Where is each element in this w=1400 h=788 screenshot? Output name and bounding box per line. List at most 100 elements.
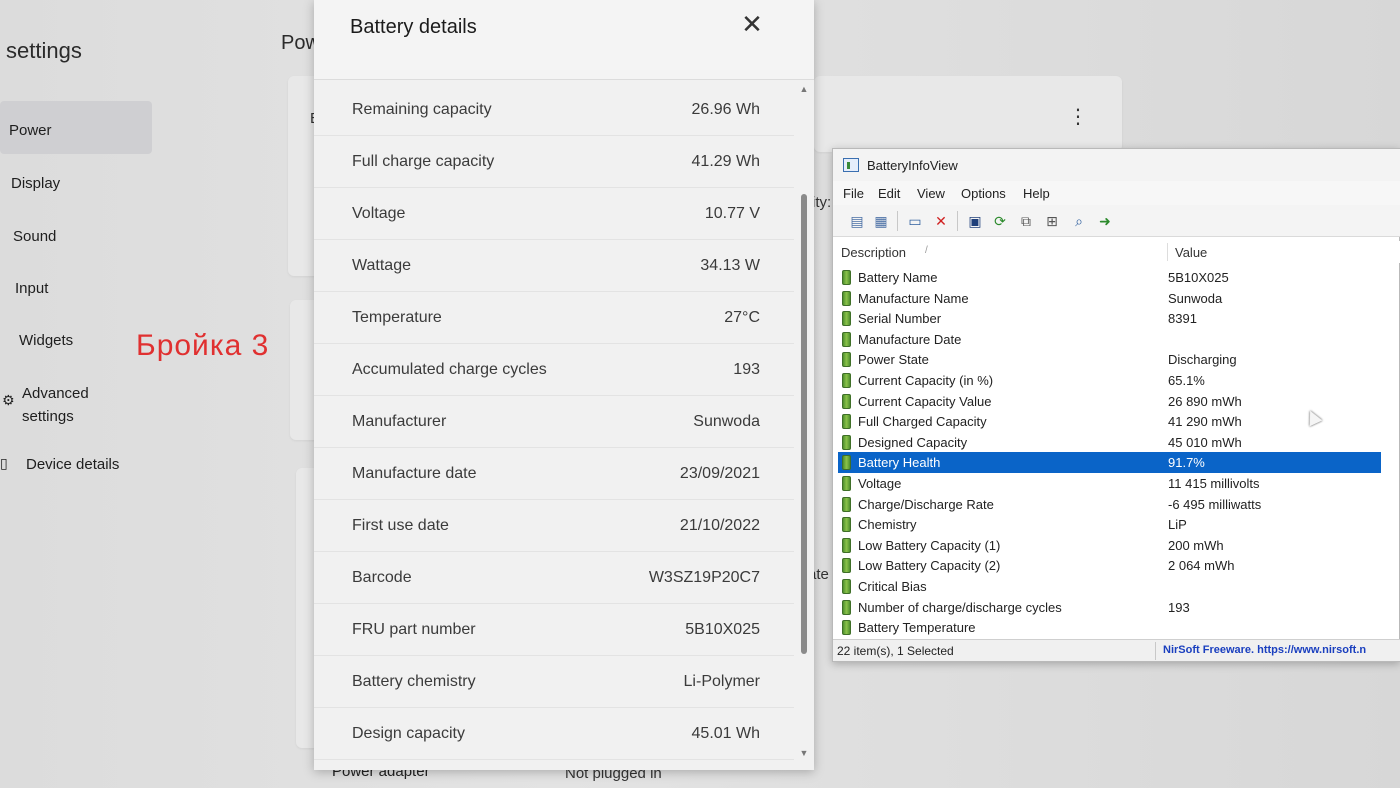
battery-icon <box>842 455 851 471</box>
list-item-value: Sunwoda <box>1168 290 1223 306</box>
delete-icon[interactable]: ✕ <box>931 211 951 231</box>
scroll-down-arrow-icon[interactable]: ▼ <box>798 748 810 758</box>
detail-label: Manufacturer <box>352 413 447 430</box>
list-item[interactable]: Critical Bias <box>833 576 1400 597</box>
list-item-value: 65.1% <box>1168 372 1205 388</box>
detail-label: Accumulated charge cycles <box>352 361 547 378</box>
list-item-value: 2 064 mWh <box>1168 558 1235 574</box>
html-report-icon[interactable]: ⊞ <box>1042 211 1062 231</box>
list-item-description: Chemistry <box>858 517 917 533</box>
scroll-up-arrow-icon[interactable]: ▲ <box>798 84 810 94</box>
list-item[interactable]: Battery Health 91.7% <box>838 452 1381 473</box>
clipboard-icon[interactable]: ▦ <box>871 211 891 231</box>
copy-icon[interactable]: ⧉ <box>1016 211 1036 231</box>
battery-icon <box>842 578 851 594</box>
list-item[interactable]: Low Battery Capacity (2) 2 064 mWh <box>833 555 1400 576</box>
status-nirsoft-link[interactable]: NirSoft Freeware. https://www.nirsoft.n <box>1163 644 1399 656</box>
overlay-label: Бройка 3 <box>136 329 270 362</box>
close-button[interactable]: ✕ <box>738 10 766 38</box>
list-item-description: Manufacture Name <box>858 290 969 306</box>
list-item[interactable]: Number of charge/discharge cycles 193 <box>833 597 1400 618</box>
nav-item-advanced-settings[interactable]: Advanced settings <box>22 382 122 428</box>
list-item-value: LiP <box>1168 517 1187 533</box>
nav-item-input[interactable]: Input <box>15 280 48 297</box>
nav-item-display[interactable]: Display <box>11 175 60 192</box>
menu-help[interactable]: Help <box>1023 186 1050 201</box>
exit-icon[interactable]: ➜ <box>1095 211 1115 231</box>
list-item[interactable]: Manufacture Name Sunwoda <box>833 288 1400 309</box>
properties-icon[interactable]: ▤ <box>847 211 867 231</box>
column-header-value[interactable]: Value <box>1175 245 1207 260</box>
list-item-description: Low Battery Capacity (1) <box>858 537 1001 553</box>
detail-label: Wattage <box>352 257 411 274</box>
list-item-description: Low Battery Capacity (2) <box>858 558 1001 574</box>
list-item[interactable]: Voltage 11 415 millivolts <box>833 473 1400 494</box>
menu-options[interactable]: Options <box>961 186 1006 201</box>
detail-row: Battery chemistry Li-Polymer <box>314 656 794 708</box>
scrollbar-thumb[interactable] <box>801 194 807 654</box>
battery-icon <box>842 414 851 430</box>
detail-value: W3SZ19P20C7 <box>648 569 760 586</box>
dialog-header: Battery details ✕ <box>314 0 814 80</box>
detail-value: 27°C <box>724 309 760 326</box>
list-item[interactable]: Battery Name 5B10X025 <box>833 267 1400 288</box>
list-item[interactable]: Current Capacity (in %) 65.1% <box>833 370 1400 391</box>
nav-item-sound[interactable]: Sound <box>13 228 56 245</box>
list-item-description: Serial Number <box>858 311 942 327</box>
toolbar-separator <box>897 211 898 231</box>
list-item[interactable]: Designed Capacity 45 010 mWh <box>833 432 1400 453</box>
detail-row: Full charge capacity 41.29 Wh <box>314 136 794 188</box>
save-icon[interactable]: ▣ <box>965 211 985 231</box>
battery-icon <box>842 331 851 347</box>
menu-view[interactable]: View <box>917 186 945 201</box>
window-titlebar[interactable]: BatteryInfoView <box>833 149 1400 181</box>
detail-label: Design capacity <box>352 725 465 742</box>
column-divider[interactable] <box>1167 243 1168 261</box>
detail-value: 21/10/2022 <box>679 517 760 534</box>
list-item-value: 26 890 mWh <box>1168 393 1242 409</box>
list-item[interactable]: Manufacture Date <box>833 329 1400 350</box>
nav-item-widgets[interactable]: Widgets <box>19 332 73 349</box>
battery-icon <box>842 372 851 388</box>
nav-item-device-details[interactable]: Device details <box>26 456 119 473</box>
menu-file[interactable]: File <box>843 186 864 201</box>
detail-label: Temperature <box>352 309 442 326</box>
column-header-description[interactable]: Description <box>841 245 906 260</box>
battery-icon <box>842 537 851 553</box>
battery-details-dialog: Battery details ✕ Remaining capacity 26.9… <box>314 0 814 770</box>
list-item[interactable]: Serial Number 8391 <box>833 308 1400 329</box>
status-divider <box>1155 642 1156 660</box>
battery-icon <box>842 475 851 491</box>
status-item-count: 22 item(s), 1 Selected <box>837 644 954 658</box>
list-item-value: -6 495 milliwatts <box>1168 496 1262 512</box>
refresh-icon[interactable]: ⟳ <box>990 211 1010 231</box>
detail-label: Remaining capacity <box>352 101 492 118</box>
battery-info-list: Battery Name 5B10X025 Manufacture Name Sunw… <box>833 267 1400 638</box>
list-item-value: 41 290 mWh <box>1168 414 1242 430</box>
find-icon[interactable]: ⌕ <box>1069 211 1089 231</box>
dialog-scrollbar[interactable]: ▲ ▼ <box>798 84 810 764</box>
list-item[interactable]: Charge/Discharge Rate -6 495 milliwatts <box>833 494 1400 515</box>
detail-value: 10.77 V <box>704 205 760 222</box>
detail-label: First use date <box>352 517 449 534</box>
list-item-value: 193 <box>1168 599 1190 615</box>
list-item[interactable]: Battery Temperature <box>833 617 1400 638</box>
menu-edit[interactable]: Edit <box>878 186 900 201</box>
list-item-description: Number of charge/discharge cycles <box>858 599 1062 615</box>
battery-icon <box>842 558 851 574</box>
detail-row: Manufacture date 23/09/2021 <box>314 448 794 500</box>
list-item-description: Battery Temperature <box>858 620 976 636</box>
battery-icon <box>842 290 851 306</box>
list-item[interactable]: Low Battery Capacity (1) 200 mWh <box>833 535 1400 556</box>
list-column-header: Description / Value <box>833 241 1400 263</box>
detail-row: Wattage 34.13 W <box>314 240 794 292</box>
nav-item-power[interactable]: Power <box>9 122 52 139</box>
list-item[interactable]: Chemistry LiP <box>833 514 1400 535</box>
list-item-description: Charge/Discharge Rate <box>858 496 994 512</box>
detail-row: Temperature 27°C <box>314 292 794 344</box>
more-options-icon[interactable]: ⋮ <box>1068 104 1088 129</box>
list-item-value: Discharging <box>1168 352 1237 368</box>
window-icon[interactable]: ▭ <box>905 211 925 231</box>
list-item[interactable]: Power State Discharging <box>833 349 1400 370</box>
battery-icon <box>842 620 851 636</box>
